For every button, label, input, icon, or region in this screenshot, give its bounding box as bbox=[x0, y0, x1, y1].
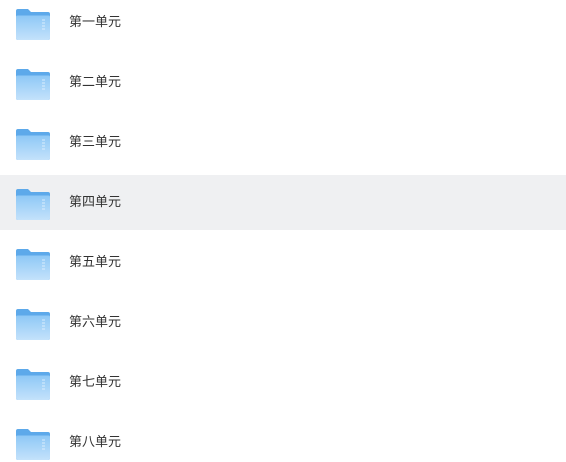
folder-row-2[interactable]: 第二单元 bbox=[0, 60, 566, 116]
folder-name: 第一单元 bbox=[69, 15, 122, 30]
folder-row-7[interactable]: 第七单元 bbox=[0, 360, 566, 416]
folder-row-4[interactable]: 第四单元 bbox=[0, 175, 566, 230]
folder-row-8[interactable]: 第八单元 bbox=[0, 420, 566, 462]
folder-name: 第七单元 bbox=[69, 375, 122, 390]
folder-name: 第八单元 bbox=[69, 435, 122, 450]
folder-row-5[interactable]: 第五单元 bbox=[0, 240, 566, 296]
folder-icon bbox=[14, 245, 52, 283]
folder-name: 第二单元 bbox=[69, 75, 122, 90]
folder-icon bbox=[14, 305, 52, 343]
folder-row-1[interactable]: 第一单元 bbox=[0, 0, 566, 56]
folder-list: 第一单元 第二单元 第三单元 第四单元 第五单元 第六单元 第七单元 第八单元 bbox=[0, 0, 566, 462]
folder-icon bbox=[14, 365, 52, 403]
folder-icon bbox=[14, 425, 52, 462]
folder-icon bbox=[14, 65, 52, 103]
folder-row-6[interactable]: 第六单元 bbox=[0, 300, 566, 356]
folder-icon bbox=[14, 5, 52, 43]
folder-name: 第四单元 bbox=[69, 195, 122, 210]
folder-icon bbox=[14, 185, 52, 223]
folder-name: 第六单元 bbox=[69, 315, 122, 330]
folder-name: 第五单元 bbox=[69, 255, 122, 270]
folder-row-3[interactable]: 第三单元 bbox=[0, 120, 566, 176]
folder-icon bbox=[14, 125, 52, 163]
folder-name: 第三单元 bbox=[69, 135, 122, 150]
